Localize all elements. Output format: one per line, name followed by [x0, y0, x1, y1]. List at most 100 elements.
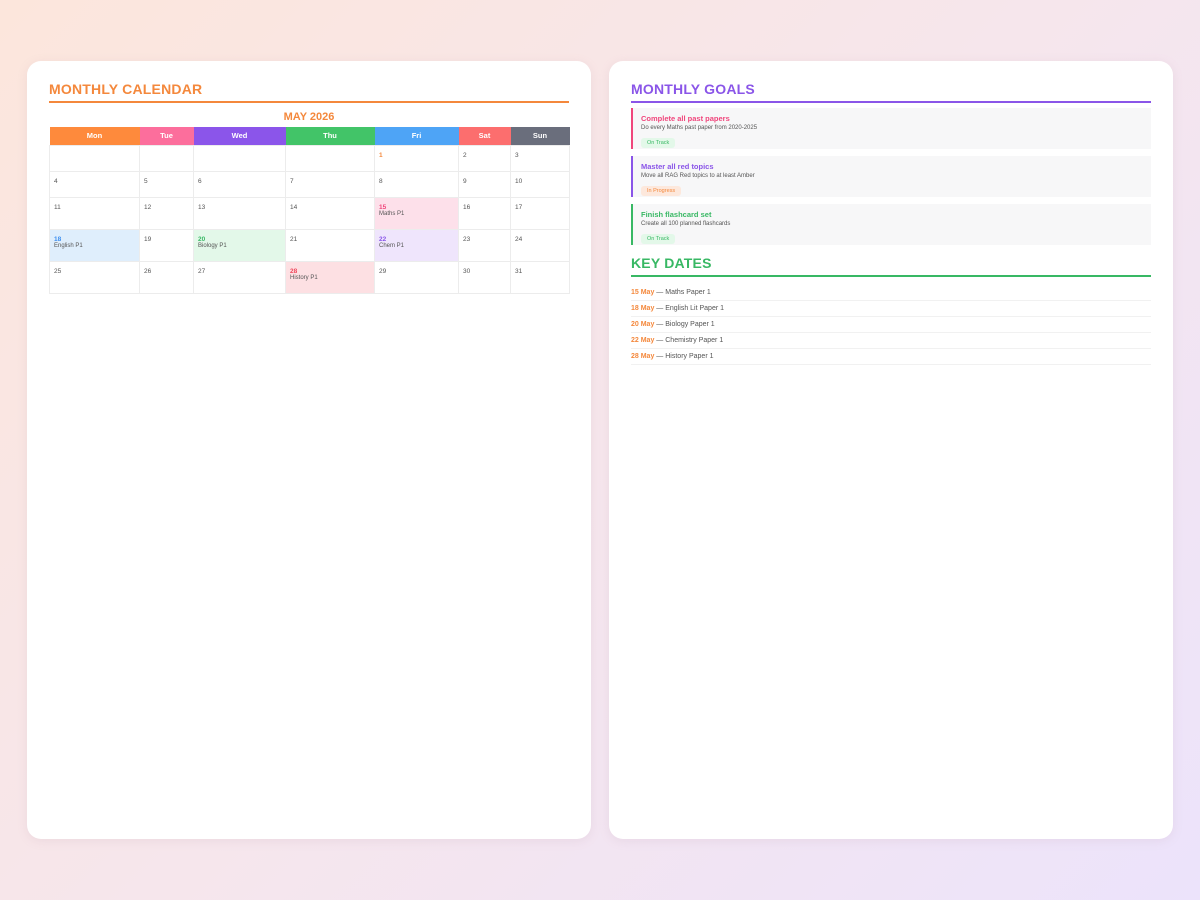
- calendar-day-15[interactable]: 15 Maths P1: [374, 196, 459, 230]
- calendar-day-23[interactable]: 23: [458, 228, 511, 262]
- calendar-week-row: 25 26 27 28 History P1 29 30 31: [49, 260, 570, 294]
- goal-description: Do every Maths past paper from 2020-2025: [641, 125, 758, 131]
- calendar-day-13[interactable]: 13: [193, 196, 286, 230]
- day-number: 4: [54, 177, 58, 185]
- calendar-day-2[interactable]: 2: [458, 144, 511, 172]
- day-number: 28: [290, 267, 298, 275]
- weekday-header-tue: Tue: [139, 127, 194, 145]
- weekday-header-sun: Sun: [510, 127, 570, 145]
- key-dates-section-title: KEY DATES: [631, 255, 1151, 277]
- day-number: 3: [515, 151, 519, 159]
- key-date-date: 20 May: [631, 321, 655, 328]
- day-event-label: History P1: [290, 275, 318, 282]
- day-number: 31: [515, 267, 523, 275]
- calendar-day-11[interactable]: 11: [49, 196, 140, 230]
- day-number: 5: [144, 177, 148, 185]
- day-number: 9: [463, 177, 467, 185]
- calendar-day-25[interactable]: 25: [49, 260, 140, 294]
- calendar-day-26[interactable]: 26: [139, 260, 194, 294]
- calendar-day-5[interactable]: 5: [139, 170, 194, 198]
- goals-section-title: MONTHLY GOALS: [631, 81, 1151, 103]
- weekday-header-sat: Sat: [458, 127, 511, 145]
- day-number: 7: [290, 177, 294, 185]
- goal-card[interactable]: Complete all past papers Do every Maths p…: [631, 108, 1151, 149]
- day-number: 15: [379, 203, 387, 211]
- day-number: 6: [198, 177, 202, 185]
- calendar-day-22[interactable]: 22 Chem P1: [374, 228, 459, 262]
- calendar-day-16[interactable]: 16: [458, 196, 511, 230]
- day-number: 26: [144, 267, 152, 275]
- calendar-day-30[interactable]: 30: [458, 260, 511, 294]
- day-number: 24: [515, 235, 523, 243]
- key-date-separator: —: [654, 321, 666, 328]
- key-date-separator: —: [654, 289, 666, 296]
- calendar-day-19[interactable]: 19: [139, 228, 194, 262]
- goal-status-badge: On Track: [641, 234, 676, 244]
- calendar-grid: Mon Tue Wed Thu Fri Sat Sun 1 2 3 4 5 6 7 8 9 10 11 12 13 1…: [49, 127, 570, 294]
- day-number: 10: [515, 177, 523, 185]
- day-event-label: Maths P1: [379, 211, 405, 218]
- day-number: 13: [198, 203, 206, 211]
- calendar-day-27[interactable]: 27: [193, 260, 286, 294]
- calendar-day-31[interactable]: 31: [510, 260, 570, 294]
- day-number: 8: [379, 177, 383, 185]
- calendar-day-12[interactable]: 12: [139, 196, 194, 230]
- goal-title: Finish flashcard set: [641, 210, 712, 219]
- calendar-day-empty: [193, 144, 286, 172]
- day-number: 18: [54, 235, 62, 243]
- goal-status-badge: In Progress: [641, 186, 682, 196]
- day-number: 19: [144, 235, 152, 243]
- calendar-day-10[interactable]: 10: [510, 170, 570, 198]
- day-number: 11: [54, 203, 61, 211]
- key-date-item: 28 May — History Paper 1: [631, 349, 1151, 365]
- day-event-label: Chem P1: [379, 243, 405, 250]
- calendar-day-empty: [139, 144, 194, 172]
- month-label: MAY 2026: [283, 111, 335, 123]
- day-number: 22: [379, 235, 387, 243]
- day-number: 21: [290, 235, 298, 243]
- key-date-separator: —: [654, 353, 666, 360]
- weekday-header-fri: Fri: [374, 127, 459, 145]
- key-date-date: 28 May: [631, 353, 655, 360]
- calendar-week-row: 4 5 6 7 8 9 10: [49, 170, 570, 198]
- calendar-day-14[interactable]: 14: [285, 196, 375, 230]
- day-number: 2: [463, 151, 467, 159]
- day-number: 30: [463, 267, 471, 275]
- day-number: 25: [54, 267, 62, 275]
- key-date-date: 22 May: [631, 337, 655, 344]
- calendar-day-28[interactable]: 28 History P1: [285, 260, 375, 294]
- day-event-label: Biology P1: [198, 243, 227, 250]
- calendar-day-empty: [285, 144, 375, 172]
- calendar-day-21[interactable]: 21: [285, 228, 375, 262]
- key-date-separator: —: [654, 305, 666, 312]
- day-event-label: English P1: [54, 243, 83, 250]
- day-number: 14: [290, 203, 298, 211]
- goal-card[interactable]: Finish flashcard set Create all 100 plann…: [631, 204, 1151, 245]
- calendar-day-29[interactable]: 29: [374, 260, 459, 294]
- key-date-label: English Lit Paper 1: [665, 305, 725, 312]
- key-date-label: Biology Paper 1: [665, 321, 715, 328]
- key-date-date: 18 May: [631, 305, 655, 312]
- calendar-day-17[interactable]: 17: [510, 196, 570, 230]
- weekday-header-mon: Mon: [49, 127, 140, 145]
- goal-status-badge: On Track: [641, 138, 676, 148]
- key-date-date: 15 May: [631, 289, 655, 296]
- goal-card[interactable]: Master all red topics Move all RAG Red to…: [631, 156, 1151, 197]
- calendar-day-9[interactable]: 9: [458, 170, 511, 198]
- calendar-section-title: MONTHLY CALENDAR: [49, 81, 569, 103]
- calendar-day-3[interactable]: 3: [510, 144, 570, 172]
- calendar-day-24[interactable]: 24: [510, 228, 570, 262]
- key-date-label: History Paper 1: [665, 353, 714, 360]
- goal-description: Create all 100 planned flashcards: [641, 221, 731, 227]
- goals-list: Complete all past papers Do every Maths p…: [631, 108, 1151, 245]
- key-date-item: 18 May — English Lit Paper 1: [631, 301, 1151, 317]
- calendar-day-7[interactable]: 7: [285, 170, 375, 198]
- calendar-day-4[interactable]: 4: [49, 170, 140, 198]
- calendar-day-20[interactable]: 20 Biology P1: [193, 228, 286, 262]
- calendar-day-18[interactable]: 18 English P1: [49, 228, 140, 262]
- calendar-day-6[interactable]: 6: [193, 170, 286, 198]
- calendar-day-1[interactable]: 1: [374, 144, 459, 172]
- goal-title: Master all red topics: [641, 162, 714, 171]
- day-number: 20: [198, 235, 206, 243]
- calendar-day-8[interactable]: 8: [374, 170, 459, 198]
